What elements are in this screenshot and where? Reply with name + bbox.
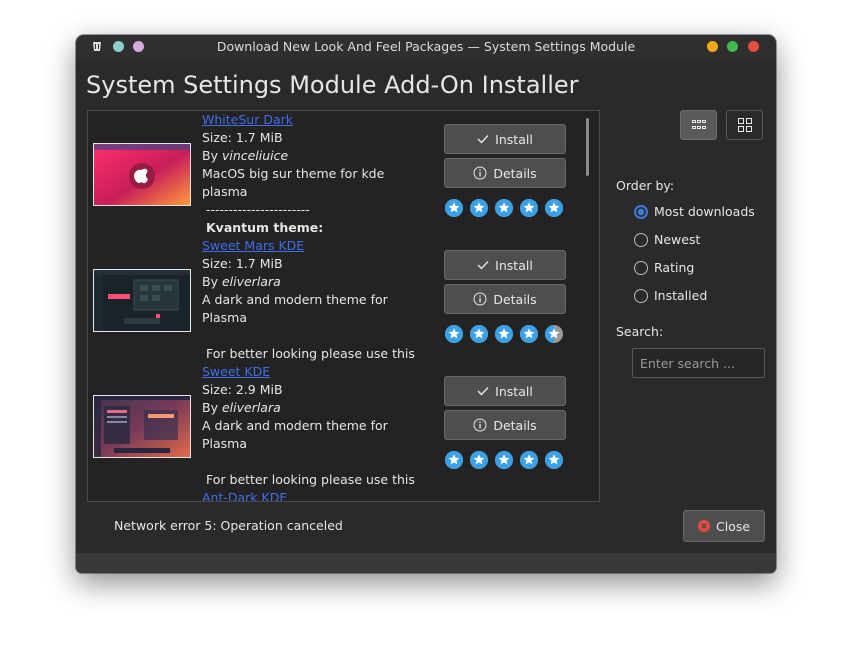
- star-icon: [495, 325, 513, 343]
- install-button[interactable]: Install: [444, 124, 566, 154]
- grid-view-button[interactable]: [726, 110, 763, 140]
- preview-image: [94, 144, 190, 205]
- star-icon: [545, 451, 563, 469]
- star-icon: [495, 451, 513, 469]
- search-input[interactable]: [632, 348, 765, 378]
- order-most-downloads-radio[interactable]: Most downloads: [634, 204, 755, 219]
- item-name-link[interactable]: Sweet KDE: [202, 363, 432, 381]
- radio-icon: [634, 260, 648, 275]
- list-item: WhiteSur Dark Size: 1.7 MiB By vinceliui…: [88, 111, 588, 237]
- search-label: Search:: [616, 324, 664, 339]
- preview-thumbnail[interactable]: [93, 395, 191, 458]
- grid-view-icon: [737, 118, 752, 132]
- star-icon: [445, 325, 463, 343]
- order-rating-radio[interactable]: Rating: [634, 260, 694, 275]
- star-icon: [445, 199, 463, 217]
- order-installed-radio[interactable]: Installed: [634, 288, 707, 303]
- check-icon: [477, 387, 489, 396]
- item-description: Plasma: [202, 436, 248, 451]
- item-description: plasma: [202, 184, 248, 199]
- info-icon: [473, 166, 487, 180]
- item-description-extra: [206, 327, 432, 345]
- star-icon: [445, 451, 463, 469]
- item-description: Plasma: [202, 310, 248, 325]
- star-icon: [470, 451, 488, 469]
- window-title: Download New Look And Feel Packages — Sy…: [216, 39, 636, 54]
- rating-stars: [445, 325, 563, 343]
- star-icon: [520, 325, 538, 343]
- install-button[interactable]: Install: [444, 250, 566, 280]
- check-icon: [477, 261, 489, 270]
- item-size: Size: 1.7 MiB: [202, 256, 283, 271]
- title-bar[interactable]: Download New Look And Feel Packages — Sy…: [76, 35, 776, 59]
- list-item: Ant-Dark KDE: [88, 489, 588, 501]
- preview-thumbnail[interactable]: [93, 269, 191, 332]
- item-name-link[interactable]: Ant-Dark KDE: [202, 489, 432, 501]
- item-description: MacOS big sur theme for kde: [202, 166, 385, 181]
- radio-icon: [634, 232, 648, 247]
- star-icon: [545, 325, 563, 343]
- preview-image: [94, 396, 190, 457]
- item-description: A dark and modern theme for: [202, 418, 388, 433]
- close-button[interactable]: Close: [683, 510, 765, 542]
- info-icon: [473, 292, 487, 306]
- check-icon: [477, 135, 489, 144]
- rating-stars: [445, 451, 563, 469]
- radio-checked-icon: [634, 204, 648, 219]
- settings-window: Download New Look And Feel Packages — Sy…: [76, 35, 776, 573]
- star-icon: [520, 451, 538, 469]
- page-title: System Settings Module Add-On Installer: [86, 71, 579, 99]
- list-item: Sweet Mars KDE Size: 1.7 MiB By eliverla…: [88, 237, 588, 363]
- list-item: Sweet KDE Size: 2.9 MiB By eliverlara A …: [88, 363, 588, 489]
- details-button[interactable]: Details: [444, 410, 566, 440]
- details-button[interactable]: Details: [444, 158, 566, 188]
- status-message: Network error 5: Operation canceled: [114, 518, 343, 533]
- star-icon: [470, 325, 488, 343]
- window-bottom-bar: [76, 553, 776, 573]
- star-icon: [495, 199, 513, 217]
- order-by-label: Order by:: [616, 178, 675, 193]
- minimize-button[interactable]: [707, 41, 718, 52]
- item-name-link[interactable]: Sweet Mars KDE: [202, 237, 432, 255]
- install-button[interactable]: Install: [444, 376, 566, 406]
- item-size: Size: 1.7 MiB: [202, 130, 283, 145]
- item-description-extra: [206, 453, 432, 471]
- preview-image: [94, 270, 190, 331]
- item-author: By eliverlara: [202, 274, 281, 289]
- item-name-link[interactable]: WhiteSur Dark: [202, 111, 432, 129]
- list-view-button[interactable]: [680, 110, 717, 140]
- rating-stars: [445, 199, 563, 217]
- item-description-extra: Kvantum theme:: [206, 220, 324, 235]
- star-icon: [545, 199, 563, 217]
- list-view-icon: [691, 120, 706, 129]
- preview-thumbnail[interactable]: [93, 143, 191, 206]
- star-icon: [470, 199, 488, 217]
- close-icon: [697, 520, 710, 532]
- info-icon: [473, 418, 487, 432]
- item-author: By eliverlara: [202, 400, 281, 415]
- order-newest-radio[interactable]: Newest: [634, 232, 700, 247]
- maximize-button[interactable]: [727, 41, 738, 52]
- addon-list[interactable]: WhiteSur Dark Size: 1.7 MiB By vinceliui…: [87, 110, 600, 502]
- item-description-extra: For better looking please use this: [206, 346, 415, 361]
- item-author: By vinceliuice: [202, 148, 289, 163]
- list-scrollbar[interactable]: [586, 118, 589, 176]
- radio-icon: [634, 288, 648, 303]
- item-description-extra: For better looking please use this: [206, 472, 415, 487]
- item-size: Size: 2.9 MiB: [202, 382, 283, 397]
- details-button[interactable]: Details: [444, 284, 566, 314]
- item-description-extra: -----------------------: [206, 202, 310, 217]
- star-icon: [520, 199, 538, 217]
- item-description: A dark and modern theme for: [202, 292, 388, 307]
- close-window-button[interactable]: [748, 41, 759, 52]
